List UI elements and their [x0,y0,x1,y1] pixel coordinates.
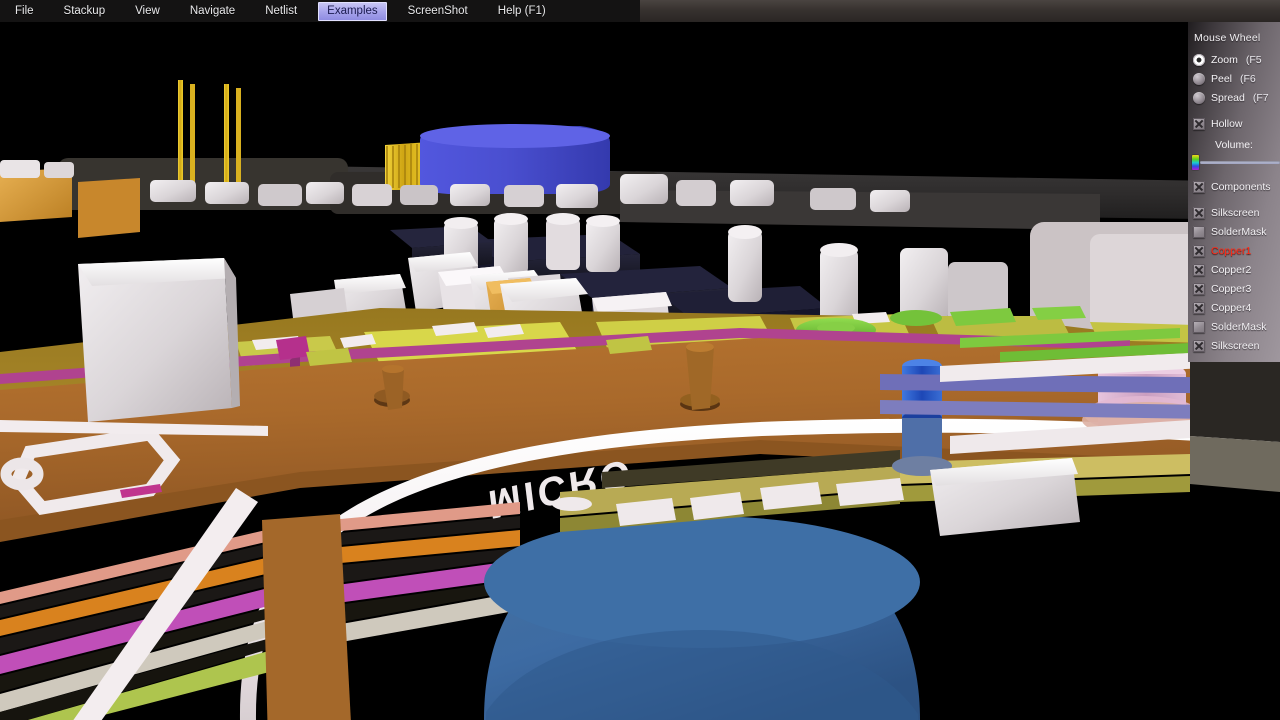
layer-label-soldermask-top: SolderMask [1211,225,1267,238]
checkbox-components-icon[interactable] [1193,180,1205,193]
components-checkbox-row[interactable]: Components [1188,177,1280,196]
radio-zoom-icon[interactable] [1193,53,1205,66]
mouse-wheel-zoom-label: Zoom [1211,53,1238,66]
radio-peel-icon[interactable] [1193,72,1205,85]
checkbox-copper4-icon[interactable] [1193,301,1205,314]
checkbox-hollow-icon[interactable] [1193,117,1205,130]
components-label: Components [1211,180,1271,193]
application-window: MICRO File Stackup View Navigate Netlist… [0,0,1280,720]
white-component-foreground-left [78,258,240,422]
checkbox-copper3-icon[interactable] [1193,282,1205,295]
control-panel: Mouse Wheel Zoom (F5 Peel (F6 Spread (F7… [1188,22,1280,362]
radio-spread-icon[interactable] [1193,91,1205,104]
volume-slider[interactable] [1188,154,1280,170]
mouse-wheel-spread-label: Spread [1211,91,1245,104]
copper-column [262,514,351,720]
layer-row-copper1[interactable]: Copper1 [1188,241,1280,260]
menu-navigate[interactable]: Navigate [181,2,244,21]
mouse-wheel-spread-hotkey: (F7 [1252,91,1269,104]
menu-examples[interactable]: Examples [318,1,387,21]
layer-label-silkscreen-top: Silkscreen [1211,206,1260,219]
layer-label-silkscreen-bottom: Silkscreen [1211,339,1260,352]
layer-row-soldermask-top[interactable]: SolderMask [1188,222,1280,241]
layer-label-copper1: Copper1 [1211,244,1252,257]
layer-row-copper4[interactable]: Copper4 [1188,298,1280,317]
menu-view[interactable]: View [126,2,169,21]
capacitor-blue-back [420,124,610,194]
mouse-wheel-option-zoom[interactable]: Zoom (F5 [1188,50,1280,69]
panel-spacer-2 [1188,170,1280,177]
panel-spacer-1 [1188,107,1280,114]
hollow-checkbox-row[interactable]: Hollow [1188,114,1280,133]
mouse-wheel-peel-hotkey: (F6 [1240,72,1256,85]
menu-stackup[interactable]: Stackup [55,2,115,21]
layer-label-copper2: Copper2 [1211,263,1252,276]
3d-viewport[interactable]: MICRO [0,22,1280,720]
layer-row-silkscreen-top[interactable]: Silkscreen [1188,203,1280,222]
layer-row-silkscreen-bottom[interactable]: Silkscreen [1188,336,1280,355]
menu-netlist[interactable]: Netlist [256,2,306,21]
checkbox-silkscreen-bottom-icon[interactable] [1193,339,1205,352]
mouse-wheel-zoom-hotkey: (F5 [1245,53,1262,66]
mouse-wheel-title: Mouse Wheel [1194,32,1261,44]
menu-file[interactable]: File [6,2,43,21]
capacitor-blue-foreground [484,516,920,720]
mouse-wheel-peel-label: Peel [1211,72,1233,85]
checkbox-silkscreen-top-icon[interactable] [1193,206,1205,219]
layer-label-copper3: Copper3 [1211,282,1252,295]
layer-list: Silkscreen SolderMask Copper1 Copper2 Co… [1188,203,1280,355]
layer-label-soldermask-bottom: SolderMask [1211,320,1267,333]
panel-spacer-3 [1188,196,1280,203]
checkbox-soldermask-top-icon[interactable] [1193,225,1205,238]
volume-slider-track[interactable] [1200,160,1280,164]
layer-row-soldermask-bottom[interactable]: SolderMask [1188,317,1280,336]
layer-label-copper4: Copper4 [1211,301,1252,314]
menu-bar: File Stackup View Navigate Netlist Examp… [0,0,1280,22]
volume-label: Volume: [1215,139,1253,151]
checkbox-copper2-icon[interactable] [1193,263,1205,276]
pcb-3d-render: MICRO [0,22,1280,720]
menu-screenshot[interactable]: ScreenShot [399,2,477,21]
layer-row-copper3[interactable]: Copper3 [1188,279,1280,298]
checkbox-copper1-icon[interactable] [1193,244,1205,257]
hollow-label: Hollow [1211,117,1243,130]
menu-help[interactable]: Help (F1) [489,2,555,21]
layer-row-copper2[interactable]: Copper2 [1188,260,1280,279]
checkbox-soldermask-bottom-icon[interactable] [1193,320,1205,333]
mouse-wheel-option-peel[interactable]: Peel (F6 [1188,69,1280,88]
mouse-wheel-option-spread[interactable]: Spread (F7 [1188,88,1280,107]
volume-slider-handle[interactable] [1192,154,1199,170]
